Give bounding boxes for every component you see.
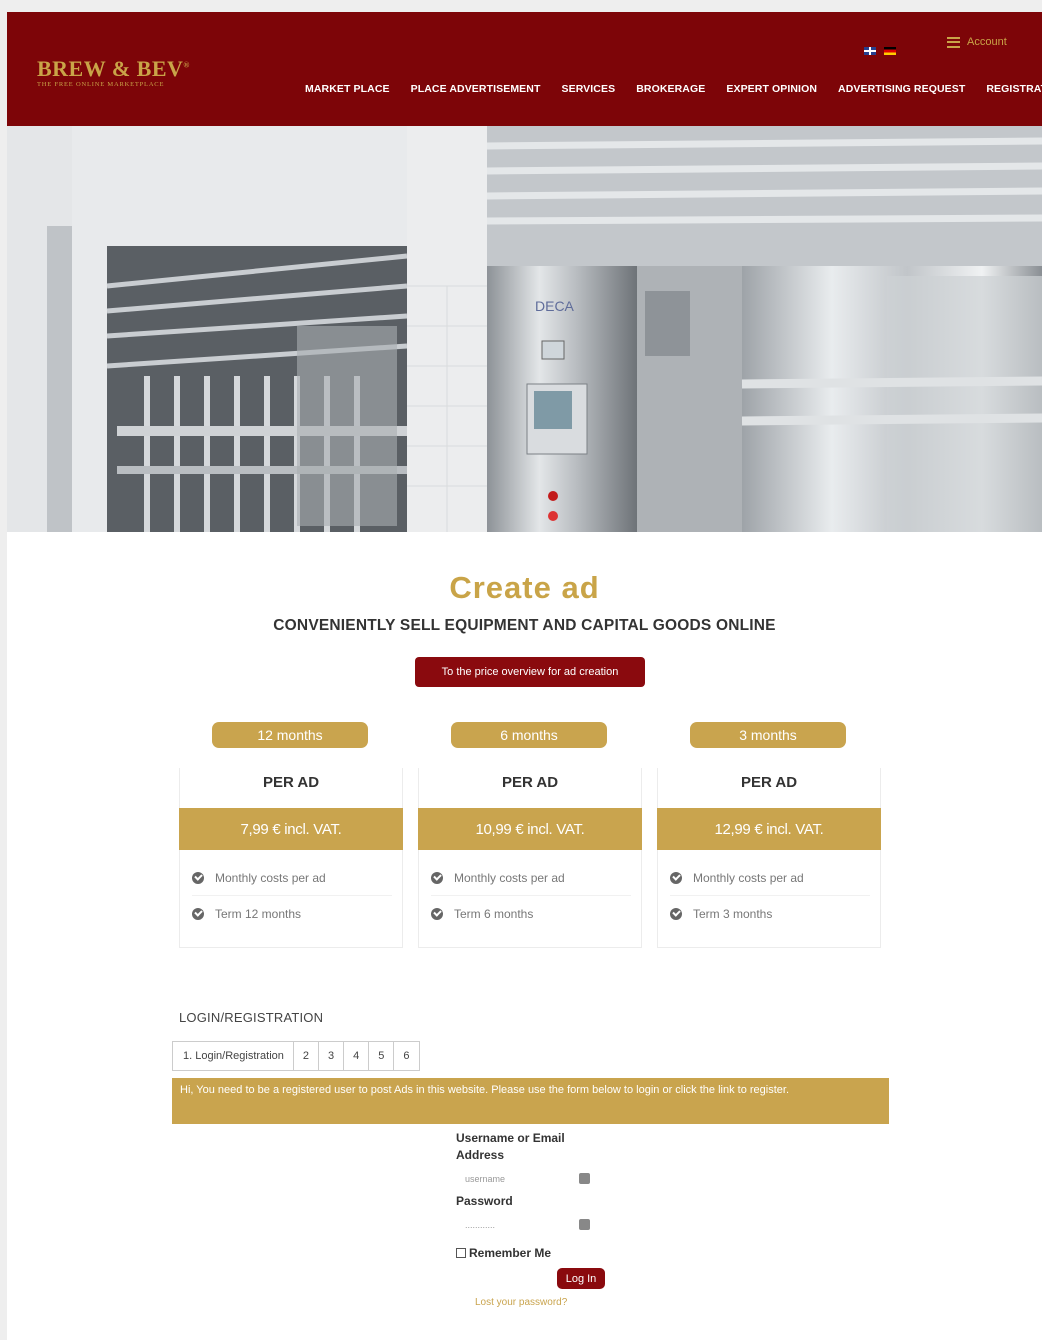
check-circle-icon — [431, 871, 443, 884]
check-circle-icon — [431, 908, 443, 920]
list-item: Term 12 months — [192, 896, 392, 932]
nav-services[interactable]: SERVICES — [561, 83, 615, 95]
username-input[interactable]: username — [456, 1168, 590, 1190]
password-input[interactable]: ............ — [456, 1214, 590, 1236]
nav-advertising-request[interactable]: ADVERTISING REQUEST — [838, 83, 965, 95]
autofill-key-icon[interactable] — [579, 1219, 590, 1230]
step-tab-3[interactable]: 3 — [319, 1042, 345, 1070]
plan-price: 12,99 € incl. VAT. — [657, 808, 881, 850]
plan-term-pill: 12 months — [212, 722, 368, 748]
list-item: Monthly costs per ad — [192, 860, 392, 896]
username-label: Username or Email Address — [456, 1131, 565, 1162]
account-label[interactable]: Account — [967, 36, 1007, 48]
de-flag-icon[interactable] — [884, 47, 896, 55]
step-tab-4[interactable]: 4 — [344, 1042, 370, 1070]
plan-per-label: PER AD — [740, 774, 798, 791]
hero-image: DECA — [7, 126, 1042, 532]
check-circle-icon — [192, 871, 204, 884]
login-button[interactable]: Log In — [557, 1268, 605, 1289]
login-notice: Hi, You need to be a registered user to … — [172, 1078, 889, 1124]
hamburger-icon[interactable] — [947, 36, 960, 48]
account-menu[interactable]: Account — [947, 36, 1007, 48]
check-circle-icon — [670, 871, 682, 884]
plan-features: Monthly costs per ad Term 6 months — [431, 860, 631, 932]
remember-me-label[interactable]: Remember Me — [469, 1246, 551, 1260]
plan-card-6-months: 6 months PER AD 10,99 € incl. VAT. Month… — [418, 720, 642, 950]
plan-price: 7,99 € incl. VAT. — [179, 808, 403, 850]
logo-tagline: THE FREE ONLINE MARKETPLACE — [37, 81, 165, 88]
nav-market-place[interactable]: MARKET PLACE — [305, 83, 390, 95]
panel-brand-text: DECA — [535, 298, 575, 314]
nav-registration[interactable]: REGISTRATION — [986, 83, 1042, 95]
list-item: Monthly costs per ad — [670, 860, 870, 896]
list-item: Monthly costs per ad — [431, 860, 631, 896]
page-subtitle: CONVENIENTLY SELL EQUIPMENT AND CAPITAL … — [273, 617, 776, 634]
site-logo[interactable]: BREW & BEV® THE FREE ONLINE MARKETPLACE — [37, 56, 190, 88]
plan-term-pill: 3 months — [690, 722, 846, 748]
plan-per-label: PER AD — [501, 774, 559, 791]
plan-features: Monthly costs per ad Term 3 months — [670, 860, 870, 932]
check-circle-icon — [670, 908, 682, 920]
list-item: Term 6 months — [431, 896, 631, 932]
plan-term-pill: 6 months — [451, 722, 607, 748]
page-frame: BREW & BEV® THE FREE ONLINE MARKETPLACE … — [7, 12, 1042, 1340]
language-switcher — [864, 47, 896, 55]
step-tab-6[interactable]: 6 — [394, 1042, 418, 1070]
check-circle-icon — [192, 908, 204, 920]
main-nav: MARKET PLACE PLACE ADVERTISEMENT SERVICE… — [305, 83, 1042, 95]
registration-steps: 1. Login/Registration 2 3 4 5 6 — [172, 1041, 420, 1071]
nav-brokerage[interactable]: BROKERAGE — [636, 83, 705, 95]
uk-flag-icon[interactable] — [864, 47, 876, 55]
plan-per-label: PER AD — [262, 774, 320, 791]
page-title: Create ad — [449, 570, 600, 605]
step-tab-2[interactable]: 2 — [294, 1042, 320, 1070]
site-header: BREW & BEV® THE FREE ONLINE MARKETPLACE … — [7, 12, 1042, 126]
password-value: ............ — [465, 1220, 496, 1230]
login-section-heading: LOGIN/REGISTRATION — [179, 1010, 324, 1025]
lost-password-link[interactable]: Lost your password? — [475, 1297, 567, 1308]
username-placeholder: username — [465, 1174, 506, 1184]
plan-features: Monthly costs per ad Term 12 months — [192, 860, 392, 932]
step-tab-1[interactable]: 1. Login/Registration — [173, 1042, 294, 1070]
brewery-photo: DECA — [7, 126, 1042, 532]
plan-price: 10,99 € incl. VAT. — [418, 808, 642, 850]
list-item: Term 3 months — [670, 896, 870, 932]
nav-expert-opinion[interactable]: EXPERT OPINION — [726, 83, 817, 95]
plan-card-3-months: 3 months PER AD 12,99 € incl. VAT. Month… — [657, 720, 881, 950]
step-tab-5[interactable]: 5 — [369, 1042, 395, 1070]
plan-card-12-months: 12 months PER AD 7,99 € incl. VAT. Month… — [179, 720, 403, 950]
nav-place-advertisement[interactable]: PLACE ADVERTISEMENT — [411, 83, 541, 95]
remember-me-checkbox[interactable]: Remember Me — [456, 1246, 551, 1260]
autofill-key-icon[interactable] — [579, 1173, 590, 1184]
password-label: Password — [456, 1194, 513, 1208]
price-overview-button[interactable]: To the price overview for ad creation — [415, 657, 645, 687]
checkbox-icon[interactable] — [456, 1248, 466, 1258]
